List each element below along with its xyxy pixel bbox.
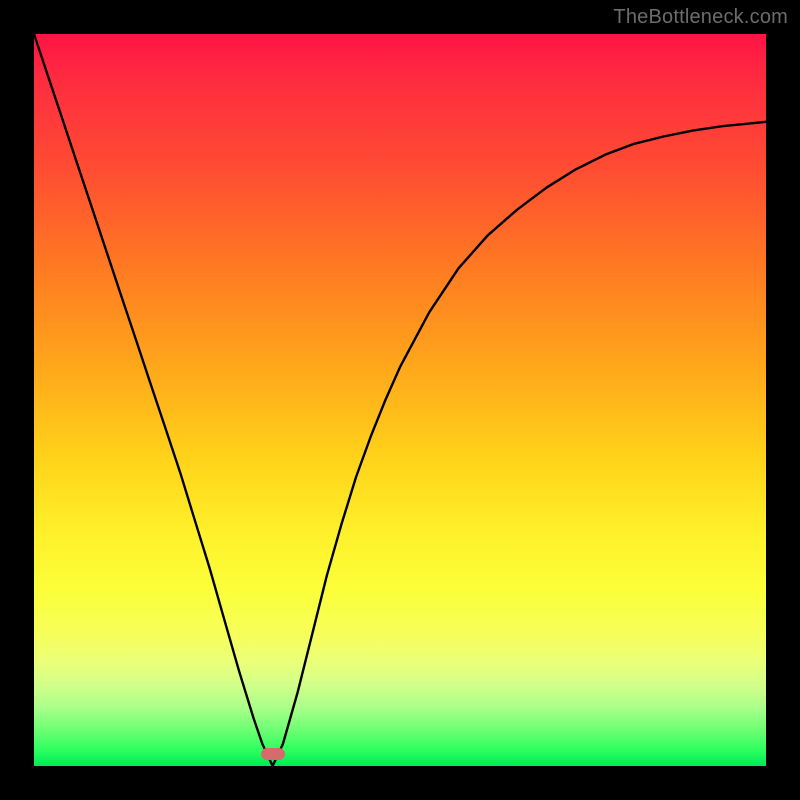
bottleneck-curve (34, 34, 766, 766)
chart-frame: TheBottleneck.com (0, 0, 800, 800)
watermark-text: TheBottleneck.com (613, 6, 788, 29)
optimum-marker (261, 748, 285, 760)
plot-area (34, 34, 766, 766)
